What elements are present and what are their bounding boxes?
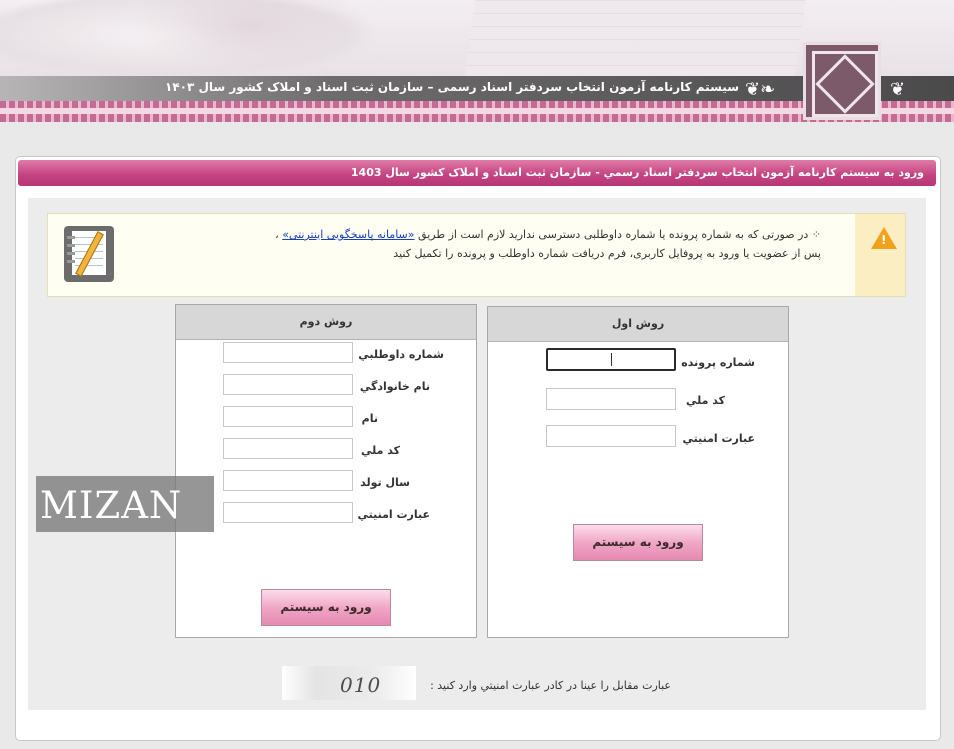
birth-year-input[interactable] (223, 470, 353, 491)
login-button-method-two[interactable]: ورود به سيستم (261, 589, 391, 626)
notice-bullet: ⁘ (808, 228, 821, 241)
family-name-input[interactable] (223, 374, 353, 395)
notice-side: ! (855, 214, 905, 296)
security-code-label-2: عبارت امنيتي (357, 508, 430, 521)
captcha-text: 010 (340, 673, 382, 697)
mizan-watermark: MIZAN (36, 476, 214, 532)
captcha-image: 010 (282, 666, 416, 700)
national-code-label-2: کد ملي (360, 444, 400, 457)
notice-line-2: پس از عضویت یا ورود به پروفایل کاربری، ف… (393, 247, 821, 260)
watermark-text: MIZAN (40, 484, 183, 527)
support-system-link[interactable]: «سامانه پاسخگویی اینترنتی» (282, 228, 414, 241)
captcha-instruction: عبارت مقابل را عينا در کادر عبارت امنيتي… (430, 679, 671, 692)
method-one-title: روش اول (611, 317, 665, 330)
notepad-pencil-icon (64, 226, 114, 282)
security-code-input-2[interactable] (223, 502, 353, 523)
method-two-title: روش دوم (299, 315, 353, 328)
site-title: سیستم کارنامه آزمون انتخاب سردفتر اسناد … (165, 80, 739, 94)
ornament-icon: ❦❧ (745, 79, 776, 100)
national-code-label-1: کد ملي (685, 394, 725, 407)
national-code-input-2[interactable] (223, 438, 353, 459)
ornament-icon: ❦ (890, 79, 906, 100)
notice-line-1: ⁘ در صورتی که به شماره پرونده یا شماره د… (275, 228, 821, 241)
family-name-label: نام خانوادگي (359, 380, 430, 393)
first-name-input[interactable] (223, 406, 353, 427)
banner-paper-decoration (464, 0, 806, 78)
file-number-label: شماره پرونده (681, 356, 755, 369)
organization-logo (803, 42, 881, 120)
text-caret (611, 353, 612, 366)
panel-title: ورود به سیستم کارنامه آزمون انتخاب سردفت… (350, 166, 924, 179)
security-code-label-1: عبارت امنيتي (682, 432, 755, 445)
login-button-method-one[interactable]: ورود به سيستم (573, 524, 703, 561)
notice-text-suffix: ، (275, 228, 279, 241)
security-code-input-1[interactable] (546, 425, 676, 447)
notice-box: ! ⁘ در صورتی که به شماره پرونده یا شماره… (47, 213, 906, 297)
national-code-input-1[interactable] (546, 388, 676, 410)
method-two-header: روش دوم (176, 305, 476, 340)
applicant-number-label: شماره داوطلبي (358, 348, 444, 361)
warning-triangle-icon: ! (871, 227, 897, 249)
method-one-header: روش اول (488, 307, 788, 342)
panel-header: ورود به سیستم کارنامه آزمون انتخاب سردفت… (18, 160, 936, 186)
notice-text-prefix: در صورتی که به شماره پرونده یا شماره داو… (418, 228, 809, 241)
birth-year-label: سال تولد (360, 476, 410, 489)
first-name-label: نام (361, 412, 378, 425)
applicant-number-input[interactable] (223, 342, 353, 363)
